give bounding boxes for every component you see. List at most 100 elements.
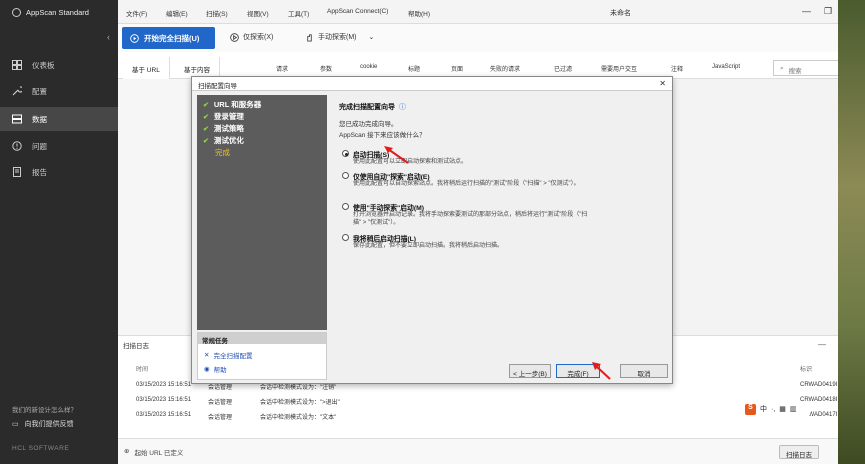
ime-keyboard-icon[interactable]: ▦ xyxy=(779,405,786,413)
sidebar-item-reports[interactable]: 报告 xyxy=(0,160,118,184)
sogou-logo-icon: S xyxy=(745,403,756,415)
col-time: 时间 xyxy=(136,367,149,373)
step-complete[interactable]: 完成 xyxy=(203,147,230,158)
hcl-footer: HCL SOFTWARE xyxy=(12,445,70,452)
col-id: 标识 xyxy=(800,367,813,373)
filter-failed-requests[interactable]: 失败的请求 xyxy=(490,64,520,73)
radio-button[interactable] xyxy=(342,234,349,241)
sidebar-item-config[interactable]: 配置 xyxy=(0,79,118,103)
scan-config-wizard-dialog: 扫描配置向导 ✕ ✔ URL 和服务器 ✔ 登录管理 ✔ 测试策略 ✔ 测试优化 完成 … xyxy=(191,76,673,384)
app-window: AppScan Standard ‹ 仪表板 配置 数据 问题 报告 我们的新设… xyxy=(0,0,865,464)
log-id: CRWAD0419I xyxy=(800,382,838,388)
filter-filtered[interactable]: 已过滤 xyxy=(554,64,572,73)
sidebar-item-data[interactable]: 数据 xyxy=(0,107,118,131)
back-button[interactable]: < 上一步(B) xyxy=(509,364,551,378)
play-icon xyxy=(130,33,139,43)
step-url-server[interactable]: ✔ URL 和服务器 xyxy=(203,99,261,110)
issue-icon xyxy=(12,141,22,151)
step-login[interactable]: ✔ 登录管理 xyxy=(203,111,244,122)
search-icon: ⌕ xyxy=(780,65,784,72)
option-description: 使用此配置可以自动探索站点。我将稍后运行扫描的"测试"阶段（"扫描" > "仅测… xyxy=(353,181,580,187)
globe-icon: ⊕ xyxy=(124,448,130,455)
help-question-icon[interactable]: ⓘ xyxy=(399,102,406,112)
radio-button[interactable] xyxy=(342,172,349,179)
filter-user-interaction[interactable]: 需要用户交互 xyxy=(601,64,637,73)
filter-requests[interactable]: 请求 xyxy=(276,64,288,73)
maximize-icon[interactable]: ❐ xyxy=(824,6,832,17)
sidebar-item-dashboard[interactable]: 仪表板 xyxy=(0,53,118,77)
minimize-icon[interactable]: — xyxy=(802,6,811,16)
sidebar-item-label: 数据 xyxy=(32,114,47,124)
wizard-steps-panel: ✔ URL 和服务器 ✔ 登录管理 ✔ 测试策略 ✔ 测试优化 完成 xyxy=(197,95,327,330)
filter-cookie[interactable]: cookie xyxy=(360,64,377,70)
radio-button[interactable] xyxy=(342,150,349,157)
step-label: 测试优化 xyxy=(213,136,244,145)
wizard-heading: 完成扫描配置向导 ⓘ xyxy=(339,102,406,112)
menu-tools[interactable]: 工具(T) xyxy=(288,8,309,18)
tab-url-based[interactable]: 基于 URL xyxy=(123,57,170,79)
wizard-heading-text: 完成扫描配置向导 xyxy=(339,104,395,111)
task-help[interactable]: ◉ 帮助 xyxy=(204,364,227,374)
task-label: 完全扫描配置 xyxy=(213,353,253,360)
toolbar: 开始完全扫描(U) 仅探索(X) 手动探索(M) ⌄ xyxy=(118,24,865,52)
feedback-label: 向我们提供反馈 xyxy=(24,421,74,428)
step-test-policy[interactable]: ✔ 测试策略 xyxy=(203,123,244,134)
menu-appscan-connect[interactable]: AppScan Connect(C) xyxy=(327,8,388,15)
help-icon: ◉ xyxy=(204,366,210,373)
menu-view[interactable]: 视图(V) xyxy=(247,8,269,18)
input-method-bar[interactable]: S 中 ·, ▦ ▥ xyxy=(742,402,810,416)
check-icon: ✔ xyxy=(203,113,209,121)
sidebar-item-label: 报告 xyxy=(32,167,47,177)
sidebar-item-label: 仪表板 xyxy=(32,60,55,70)
radio-button[interactable] xyxy=(342,203,349,210)
brand-name: AppScan Standard xyxy=(26,8,89,17)
feedback-link[interactable]: ▭ 向我们提供反馈 xyxy=(12,419,74,429)
start-full-scan-button[interactable]: 开始完全扫描(U) xyxy=(122,27,215,49)
step-test-optimization[interactable]: ✔ 测试优化 xyxy=(203,135,244,146)
explore-only-label: 仅探索(X) xyxy=(243,34,274,41)
dialog-title: 扫描配置向导 xyxy=(192,77,672,91)
sidebar: AppScan Standard ‹ 仪表板 配置 数据 问题 报告 我们的新设… xyxy=(0,0,118,464)
database-icon xyxy=(12,114,22,124)
menu-file[interactable]: 文件(F) xyxy=(126,8,147,18)
base-url-label: 起始 URL 已定义 xyxy=(134,450,184,457)
dialog-close-icon[interactable]: ✕ xyxy=(659,79,666,88)
ime-language[interactable]: 中 xyxy=(760,404,767,414)
step-label: URL 和服务器 xyxy=(213,100,262,109)
minimize-panel-icon[interactable]: — xyxy=(818,340,826,349)
menu-help[interactable]: 帮助(H) xyxy=(408,8,430,18)
ime-punct-icon[interactable]: ·, xyxy=(771,406,775,413)
collapse-sidebar-icon[interactable]: ‹ xyxy=(107,32,110,42)
filter-pages[interactable]: 页面 xyxy=(451,64,463,73)
dashboard-icon xyxy=(12,60,22,70)
check-icon: ✔ xyxy=(203,125,209,133)
base-url-status: ⊕ 起始 URL 已定义 xyxy=(124,447,183,457)
hand-icon xyxy=(307,33,312,42)
intro-line-1: 您已成功完成向导。 xyxy=(339,121,398,128)
common-tasks-title: 常规任务 xyxy=(198,333,326,345)
explore-only-button[interactable]: 仅探索(X) xyxy=(230,32,273,42)
chevron-down-icon[interactable]: ⌄ xyxy=(369,33,375,41)
filter-comments[interactable]: 注释 xyxy=(671,64,683,73)
manual-explore-button[interactable]: 手动探索(M) ⌄ xyxy=(305,32,374,42)
tools-icon: ✕ xyxy=(204,352,210,359)
window-title: 未命名 xyxy=(610,10,631,17)
scan-log-toggle-button[interactable]: 扫描日志 xyxy=(779,445,819,459)
task-label: 帮助 xyxy=(213,367,227,374)
intro-line-2: AppScan 接下来应该做什么？ xyxy=(339,132,426,139)
option-description: 保存此配置，但不要立即启动扫描。我将稍后启动扫描。 xyxy=(353,243,504,249)
ime-skin-icon[interactable]: ▥ xyxy=(790,405,797,413)
filter-parameters[interactable]: 参数 xyxy=(320,64,332,73)
design-feedback-prompt: 我们的新设计怎么样？ xyxy=(12,407,77,414)
cancel-button[interactable]: 取消 xyxy=(620,364,668,378)
chat-icon: ▭ xyxy=(12,421,19,428)
sidebar-item-issues[interactable]: 问题 xyxy=(0,134,118,158)
menu-edit[interactable]: 编辑(E) xyxy=(166,8,188,18)
task-full-scan-config[interactable]: ✕ 完全扫描配置 xyxy=(204,350,252,360)
check-icon: ✔ xyxy=(203,137,209,145)
filter-javascript[interactable]: JavaScript xyxy=(712,64,740,70)
start-full-scan-label: 开始完全扫描(U) xyxy=(144,33,200,43)
menu-scan[interactable]: 扫描(S) xyxy=(206,8,228,18)
log-type: 会话管理 xyxy=(208,400,233,406)
filter-headers[interactable]: 标题 xyxy=(408,64,420,73)
